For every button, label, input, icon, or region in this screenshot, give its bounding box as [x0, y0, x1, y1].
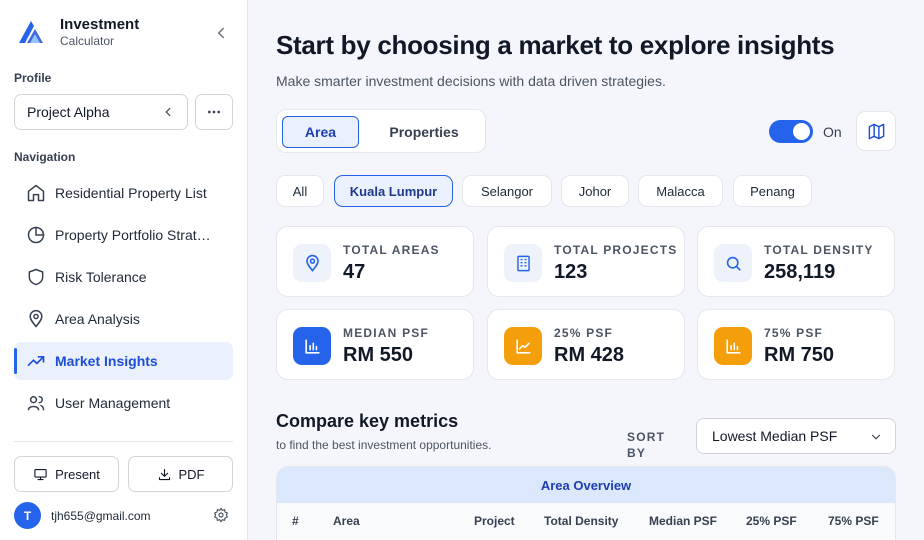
line-chart-icon: [515, 338, 531, 354]
chevron-down-icon: [871, 434, 881, 440]
nav-item-label: Property Portfolio Strat…: [55, 227, 211, 243]
pdf-button[interactable]: PDF: [128, 456, 233, 492]
download-icon: [158, 468, 170, 480]
sort-select[interactable]: Lowest Median PSF: [696, 418, 896, 454]
column-header-area[interactable]: Area: [333, 514, 360, 528]
building-icon: [516, 255, 530, 271]
avatar[interactable]: T: [14, 502, 41, 529]
profile-select[interactable]: Project Alpha: [14, 94, 188, 130]
stat-value: 47: [343, 261, 366, 283]
stat-value: RM 550: [343, 344, 414, 366]
gear-icon[interactable]: [213, 507, 229, 523]
market-chip-malacca[interactable]: Malacca: [638, 175, 723, 207]
column-header-index[interactable]: #: [292, 514, 299, 528]
column-header-median-psf[interactable]: Median PSF: [649, 514, 717, 528]
market-chip-kuala-lumpur[interactable]: Kuala Lumpur: [334, 175, 453, 207]
stat-label: TOTAL DENSITY: [764, 243, 874, 257]
profile-more-button[interactable]: [195, 94, 233, 130]
stat-card-median-psf: MEDIAN PSF RM 550: [276, 309, 474, 380]
stat-card-total-density: TOTAL DENSITY 258,119: [697, 226, 895, 297]
market-chip-penang[interactable]: Penang: [733, 175, 812, 207]
tab-area[interactable]: Area: [282, 116, 359, 148]
stat-card-25-psf: 25% PSF RM 428: [487, 309, 685, 380]
present-button-label: Present: [55, 466, 100, 482]
navigation-label: Navigation: [14, 150, 76, 164]
home-icon: [27, 184, 45, 202]
present-button[interactable]: Present: [14, 456, 119, 492]
nav-item-market-insights[interactable]: Market Insights: [14, 342, 233, 380]
table-title: Area Overview: [277, 467, 895, 503]
stat-label: TOTAL PROJECTS: [554, 243, 678, 257]
search-icon: [726, 256, 741, 271]
sort-label: SORT BY: [627, 430, 666, 460]
main-content: Start by choosing a market to explore in…: [248, 0, 924, 540]
compare-subtitle: to find the best investment opportunitie…: [276, 438, 492, 452]
nav-item-risk-tolerance[interactable]: Risk Tolerance: [14, 258, 233, 296]
market-chip-all[interactable]: All: [276, 175, 324, 207]
table-header-row: # Area Project Total Density Median PSF …: [277, 503, 895, 539]
bar-chart-icon: [304, 338, 320, 354]
stat-card-total-projects: TOTAL PROJECTS 123: [487, 226, 685, 297]
shield-icon: [28, 268, 44, 286]
brand-subtitle: Calculator: [60, 34, 115, 48]
column-header-total-density[interactable]: Total Density: [544, 514, 618, 528]
stat-value: RM 750: [764, 344, 835, 366]
users-icon: [27, 396, 45, 411]
map-pin-icon: [305, 254, 319, 272]
nav-item-label: Area Analysis: [55, 311, 140, 327]
view-switcher: Area Properties: [276, 109, 486, 153]
nav-item-property-portfolio-strategy[interactable]: Property Portfolio Strat…: [14, 216, 233, 254]
profile-selected-value: Project Alpha: [27, 104, 110, 120]
trending-up-icon: [27, 356, 45, 366]
pie-chart-icon: [27, 226, 45, 244]
stat-value: RM 428: [554, 344, 625, 366]
stat-value: 258,119: [764, 261, 836, 283]
bar-chart-icon: [725, 338, 741, 354]
pdf-button-label: PDF: [178, 466, 205, 482]
sidebar: Investment Calculator Profile Project Al…: [0, 0, 248, 540]
more-horizontal-icon: [208, 110, 220, 114]
toggle-label: On: [823, 124, 842, 140]
nav-item-area-analysis[interactable]: Area Analysis: [14, 300, 233, 338]
monitor-icon: [34, 468, 47, 480]
map-view-button[interactable]: [856, 111, 896, 151]
compare-title: Compare key metrics: [276, 411, 459, 431]
market-chip-selangor[interactable]: Selangor: [462, 175, 552, 207]
nav-item-residential-property-list[interactable]: Residential Property List: [14, 174, 233, 212]
stat-card-75-psf: 75% PSF RM 750: [697, 309, 895, 380]
user-email: tjh655@gmail.com: [51, 509, 151, 523]
column-header-25-psf[interactable]: 25% PSF: [746, 514, 797, 528]
page-title: Start by choosing a market to explore in…: [276, 30, 835, 60]
nav-item-label: Market Insights: [55, 353, 158, 369]
brand[interactable]: Investment Calculator: [16, 16, 139, 48]
stat-label: 25% PSF: [554, 326, 614, 340]
stat-label: 75% PSF: [764, 326, 824, 340]
stat-label: MEDIAN PSF: [343, 326, 430, 340]
nav-item-label: Residential Property List: [55, 185, 207, 201]
column-header-75-psf[interactable]: 75% PSF: [828, 514, 879, 528]
column-header-project[interactable]: Project: [474, 514, 515, 528]
nav-item-label: Risk Tolerance: [55, 269, 147, 285]
nav-item-user-management[interactable]: User Management: [14, 384, 233, 422]
sidebar-divider: [14, 441, 233, 442]
stat-label: TOTAL AREAS: [343, 243, 440, 257]
tab-properties[interactable]: Properties: [372, 116, 476, 148]
toggle-knob: [793, 123, 810, 140]
profile-label: Profile: [14, 71, 52, 85]
stat-value: 123: [554, 261, 588, 283]
map-toggle[interactable]: [769, 120, 813, 143]
nav-item-label: User Management: [55, 395, 171, 411]
market-chip-johor[interactable]: Johor: [561, 175, 629, 207]
page-subtitle: Make smarter investment decisions with d…: [276, 73, 666, 89]
stat-card-total-areas: TOTAL AREAS 47: [276, 226, 474, 297]
map-icon: [868, 123, 884, 139]
brand-title: Investment: [60, 16, 140, 33]
sort-selected-value: Lowest Median PSF: [712, 428, 838, 444]
area-overview-table: Area Overview # Area Project Total Densi…: [276, 466, 896, 540]
logo-icon: [19, 21, 43, 43]
chevron-left-icon: [165, 107, 171, 117]
map-pin-icon: [29, 309, 43, 328]
collapse-sidebar-icon[interactable]: [212, 24, 230, 42]
